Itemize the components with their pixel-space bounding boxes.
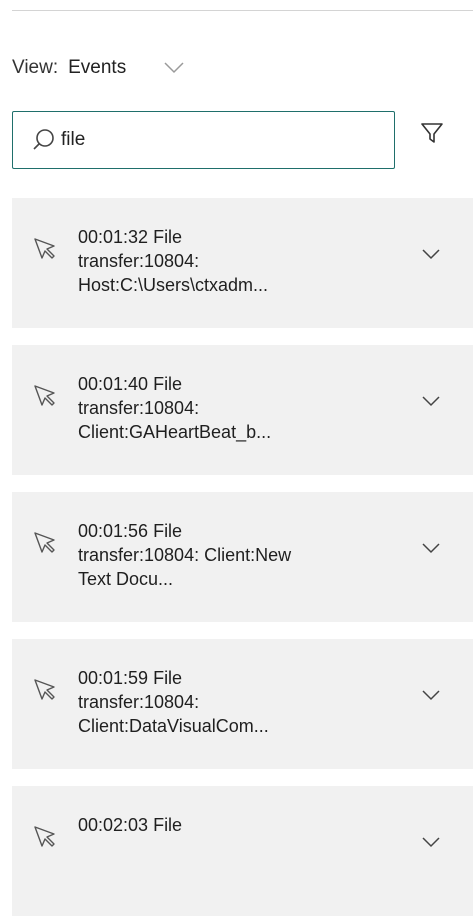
cursor-icon — [34, 532, 55, 553]
chevron-down-icon[interactable] — [422, 248, 440, 260]
event-card[interactable]: 00:01:32 File transfer:10804: Host:C:\Us… — [12, 198, 473, 328]
event-text: 00:02:03 File — [78, 815, 183, 835]
chevron-down-icon — [164, 62, 184, 74]
view-selector-row: View: Events — [12, 57, 184, 79]
filter-icon[interactable] — [420, 121, 444, 145]
chevron-down-icon[interactable] — [422, 836, 440, 848]
event-text: 00:01:56 File transfer:10804: Client:New… — [78, 521, 292, 589]
cursor-icon — [34, 826, 55, 847]
cursor-icon — [34, 385, 55, 406]
search-field[interactable] — [12, 111, 395, 169]
view-dropdown[interactable]: Events — [68, 57, 184, 79]
event-card[interactable]: 00:01:56 File transfer:10804: Client:New… — [12, 492, 473, 622]
search-icon — [33, 129, 54, 150]
view-label: View: — [12, 57, 59, 78]
cursor-icon — [34, 679, 55, 700]
event-card[interactable]: 00:02:03 File — [12, 786, 473, 916]
event-text: 00:01:40 File transfer:10804: Client:GAH… — [78, 374, 272, 442]
chevron-down-icon[interactable] — [422, 542, 440, 554]
top-divider — [12, 10, 473, 11]
event-text: 00:01:32 File transfer:10804: Host:C:\Us… — [78, 227, 269, 295]
search-input[interactable] — [59, 128, 363, 152]
event-text: 00:01:59 File transfer:10804: Client:Dat… — [78, 668, 269, 736]
view-selected-value: Events — [68, 57, 127, 78]
cursor-icon — [34, 238, 55, 259]
chevron-down-icon[interactable] — [422, 689, 440, 701]
event-card[interactable]: 00:01:40 File transfer:10804: Client:GAH… — [12, 345, 473, 475]
event-card[interactable]: 00:01:59 File transfer:10804: Client:Dat… — [12, 639, 473, 769]
chevron-down-icon[interactable] — [422, 395, 440, 407]
